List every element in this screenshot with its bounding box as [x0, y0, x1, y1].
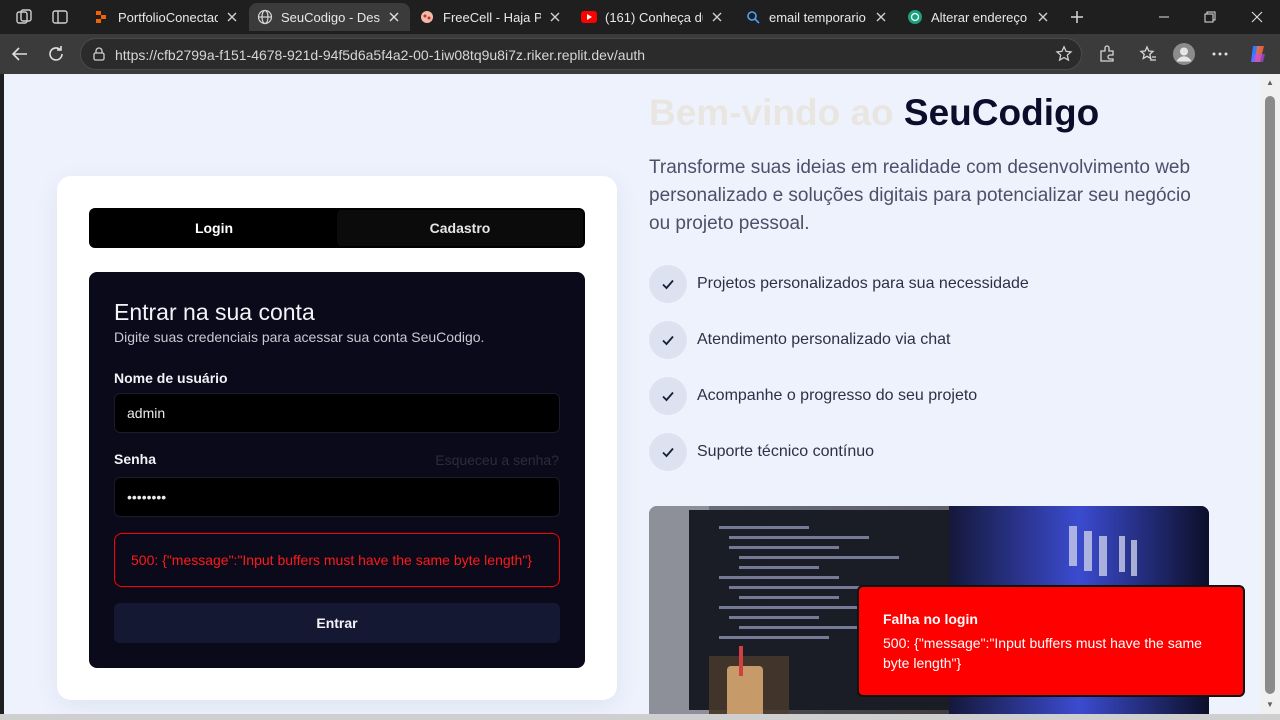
browser-toolbar: https://cfb2799a-f151-4678-921d-94f5d6a5…	[0, 34, 1280, 74]
hero-description: Transforme suas ideias em realidade com …	[649, 157, 1191, 234]
profile-avatar-icon[interactable]	[1170, 40, 1198, 68]
error-toast: Falha no login 500: {"message":"Input bu…	[857, 585, 1245, 697]
check-icon	[649, 433, 687, 471]
tab-actions-icon[interactable]	[49, 6, 71, 28]
tab-title: PortfolioConectado	[118, 9, 218, 25]
close-tab-icon[interactable]	[224, 9, 240, 25]
check-icon	[649, 265, 687, 303]
site-info-icon[interactable]	[91, 46, 107, 62]
browser-tab-bar: PortfolioConectado SeuCodigo - Desenvolv…	[0, 0, 1280, 34]
minimize-icon[interactable]	[1141, 0, 1187, 34]
page-scrollbar[interactable]: ▲ ▼	[1260, 74, 1280, 714]
favorite-star-icon[interactable]	[1055, 45, 1073, 63]
replit-favicon-icon	[94, 9, 110, 25]
close-tab-icon[interactable]	[709, 9, 725, 25]
scroll-down-icon[interactable]: ▼	[1265, 700, 1275, 710]
username-label: Nome de usuário	[114, 370, 228, 386]
toast-title: Falha no login	[883, 611, 978, 627]
feature-text: Suporte técnico contínuo	[697, 443, 875, 460]
refresh-icon[interactable]	[42, 40, 70, 68]
openai-favicon-icon	[907, 9, 923, 25]
form-title: Entrar na sua conta	[114, 299, 315, 325]
freecell-favicon-icon	[419, 9, 435, 25]
auth-tabs: Login Cadastro	[89, 208, 585, 248]
password-label: Senha	[114, 451, 157, 467]
error-message: 500: {"message":"Input buffers must have…	[114, 533, 560, 587]
tab-alterar-endereco[interactable]: Alterar endereço de	[899, 3, 1059, 31]
tab-register[interactable]: Cadastro	[337, 210, 583, 246]
login-button[interactable]: Entrar	[114, 603, 560, 643]
tab-freecell[interactable]: FreeCell - Haja Paciência	[411, 3, 571, 31]
login-form: Entrar na sua conta Digite suas credenci…	[89, 272, 585, 668]
username-input[interactable]: admin	[114, 393, 560, 433]
back-icon[interactable]	[6, 40, 34, 68]
horizontal-scroll-strip	[0, 714, 1280, 720]
globe-icon	[257, 9, 273, 25]
feature-text: Projetos personalizados para sua necessi…	[697, 275, 1029, 292]
hero-title-brand: SeuCodigo	[903, 92, 1100, 133]
hero-title-prefix: Bem-vindo ao	[649, 92, 904, 133]
feature-item: Atendimento personalizado via chat	[649, 319, 951, 361]
extensions-icon[interactable]	[1093, 40, 1121, 68]
tab-title: email temporario -	[769, 9, 867, 25]
tab-title: (161) Conheça dua	[605, 9, 703, 25]
close-tab-icon[interactable]	[386, 9, 402, 25]
hero-title: Bem-vindo ao SeuCodigo	[649, 92, 1099, 134]
tab-title: FreeCell - Haja Paciência	[443, 9, 541, 25]
restore-icon[interactable]	[1187, 0, 1233, 34]
close-tab-icon[interactable]	[873, 9, 889, 25]
tab-seucodigo[interactable]: SeuCodigo - Desenvolvimento	[249, 3, 410, 31]
feature-item: Projetos personalizados para sua necessi…	[649, 263, 1029, 305]
new-tab-icon[interactable]	[1066, 6, 1088, 28]
scrollbar-thumb[interactable]	[1265, 96, 1275, 694]
auth-card: Login Cadastro Entrar na sua conta Digit…	[57, 176, 617, 700]
tab-title: SeuCodigo - Desenvolvimento	[281, 9, 380, 25]
search-icon	[745, 9, 761, 25]
feature-text: Atendimento personalizado via chat	[697, 331, 951, 348]
tab-portfolioconectado[interactable]: PortfolioConectado	[86, 3, 248, 31]
feature-text: Acompanhe o progresso do seu projeto	[697, 387, 978, 404]
close-window-icon[interactable]	[1234, 0, 1280, 34]
close-tab-icon[interactable]	[1035, 9, 1051, 25]
url-text: https://cfb2799a-f151-4678-921d-94f5d6a5…	[115, 47, 646, 63]
favorites-icon[interactable]	[1134, 40, 1162, 68]
check-icon	[649, 321, 687, 359]
address-bar[interactable]: https://cfb2799a-f151-4678-921d-94f5d6a5…	[80, 38, 1082, 70]
workspaces-icon[interactable]	[13, 6, 35, 28]
copilot-icon[interactable]	[1244, 40, 1272, 68]
feature-item: Suporte técnico contínuo	[649, 431, 874, 473]
close-tab-icon[interactable]	[547, 9, 563, 25]
tab-youtube[interactable]: (161) Conheça dua	[573, 3, 733, 31]
password-input[interactable]: ••••••••	[114, 477, 560, 517]
check-icon	[649, 377, 687, 415]
form-subtitle: Digite suas credenciais para acessar sua…	[114, 329, 485, 345]
scroll-up-icon[interactable]: ▲	[1265, 78, 1275, 88]
more-options-icon[interactable]	[1206, 40, 1234, 68]
tab-email-temporario[interactable]: email temporario -	[737, 3, 897, 31]
tab-login[interactable]: Login	[91, 210, 337, 246]
feature-item: Acompanhe o progresso do seu projeto	[649, 375, 977, 417]
tab-title: Alterar endereço de	[931, 9, 1029, 25]
youtube-icon	[581, 9, 597, 25]
forgot-password-link[interactable]: Esqueceu a senha?	[435, 452, 559, 468]
toast-message: 500: {"message":"Input buffers must have…	[883, 635, 1202, 671]
